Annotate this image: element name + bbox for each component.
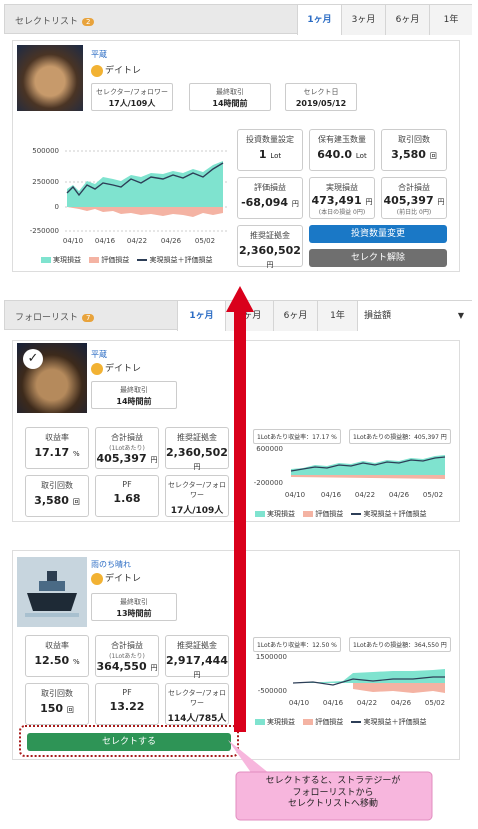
selector-follower-box: セレクター/フォロワー 17人/109人 [91, 83, 173, 111]
y-tick: -200000 [254, 479, 283, 487]
select-strategy-card: 平蔵 デイトレ セレクター/フォロワー 17人/109人 最終取引 14時間前 セレ… [12, 40, 460, 272]
follow-tab-6month[interactable]: 6ヶ月 [273, 301, 317, 331]
chart-legend: 実現損益 評価損益 実現損益＋評価損益 [249, 509, 426, 519]
chart-legend: 実現損益 評価損益 実現損益＋評価損益 [35, 255, 212, 265]
x-tick: 04/10 [63, 237, 83, 245]
chevron-down-icon: ▼ [457, 311, 464, 320]
y-tick: 600000 [256, 445, 283, 453]
pf-stat: PF 1.68 [95, 475, 159, 517]
strategy-name[interactable]: 平蔵 [91, 349, 107, 360]
margin-stat: 推奨証拠金 2,360,502 円 [237, 225, 303, 269]
y-tick: 1500000 [256, 653, 287, 661]
pf-stat: PF 13.22 [95, 683, 159, 725]
realized-area [291, 455, 445, 475]
user-icon [91, 572, 103, 585]
ship-icon [25, 571, 79, 617]
realized-area [67, 161, 223, 207]
tab-1month[interactable]: 1ヶ月 [297, 5, 341, 35]
move-up-arrow [226, 286, 254, 732]
user-icon [91, 64, 103, 77]
x-tick: 04/16 [323, 699, 344, 707]
x-tick: 05/02 [423, 491, 443, 499]
follow-tab-1month[interactable]: 1ヶ月 [177, 301, 225, 331]
follow-count-badge: 7 [82, 314, 95, 322]
x-tick: 04/22 [355, 491, 375, 499]
tab-1year[interactable]: 1年 [429, 5, 472, 35]
eval-stat: 評価損益 -68,094 円 [237, 177, 303, 219]
y-tick: 500000 [32, 147, 59, 155]
eval-area [353, 683, 445, 693]
follow-pl-chart: 1500000 -500000 04/10 04/16 04/22 04/26 … [256, 653, 445, 707]
select-list-header: セレクトリスト 2 1ヶ月 3ヶ月 6ヶ月 1年 [4, 4, 472, 35]
strategy-author: デイトレ [91, 63, 141, 77]
y-tick: 250000 [32, 178, 59, 186]
trades-stat: 取引回数 3,580 回 [381, 129, 447, 171]
y-tick: 0 [55, 203, 59, 211]
release-select-button[interactable]: セレクト解除 [309, 249, 447, 267]
selector-stat: セレクター/フォロワー 114人/785人 [165, 683, 229, 725]
tab-3month[interactable]: 3ヶ月 [341, 5, 385, 35]
x-tick: 04/22 [127, 237, 147, 245]
strategy-avatar[interactable] [17, 45, 83, 111]
trades-stat: 取引回数 150 回 [25, 683, 89, 725]
x-tick: 04/10 [285, 491, 305, 499]
x-tick: 04/16 [321, 491, 342, 499]
select-date-box: セレクト日 2019/05/12 [285, 83, 357, 111]
last-trade-box: 最終取引 13時間前 [91, 593, 177, 621]
strategy-avatar[interactable]: ✓ [17, 343, 87, 413]
callout-text: セレクトすると、ストラテジーが フォローリストから セレクトリストへ移動 [265, 776, 401, 810]
margin-stat: 推奨証拠金 2,360,502 円 [165, 427, 229, 471]
follow-tab-1year[interactable]: 1年 [317, 301, 357, 331]
x-tick: 05/02 [425, 699, 445, 707]
position-stat: 保有建玉数量 640.0 Lot [309, 129, 375, 171]
eval-area [67, 207, 223, 217]
user-icon [91, 362, 103, 375]
x-tick: 04/10 [289, 699, 309, 707]
y-tick: -250000 [30, 227, 59, 235]
chart-legend: 実現損益 評価損益 実現損益＋評価損益 [249, 717, 426, 727]
select-pl-chart: 500000 250000 0 -250000 04/10 04/16 04/2… [30, 147, 227, 245]
x-tick: 04/26 [391, 699, 412, 707]
yield-stat: 収益率 12.50 % [25, 635, 89, 677]
selector-stat: セレクター/フォロワー 17人/109人 [165, 475, 229, 517]
strategy-author: デイトレ [91, 571, 141, 585]
last-trade-box: 最終取引 14時間前 [91, 381, 177, 409]
invest-qty-stat: 投資数量設定 1 Lot [237, 129, 303, 171]
total-stat: 合計損益 405,397 円 (前日比 0円) [381, 177, 447, 219]
check-icon: ✓ [23, 349, 43, 369]
x-tick: 05/02 [195, 237, 215, 245]
follow-list-title: フォローリスト 7 [15, 310, 95, 323]
eval-area [291, 475, 445, 479]
x-tick: 04/16 [95, 237, 116, 245]
total-stat: 合計損益 (1Lotあたり) 405,397 円 [95, 427, 159, 469]
select-count-badge: 2 [82, 18, 95, 26]
total-stat: 合計損益 (1Lotあたり) 364,550 円 [95, 635, 159, 677]
x-tick: 04/26 [389, 491, 410, 499]
follow-pl-chart: 600000 -200000 04/10 04/16 04/22 04/26 0… [254, 445, 446, 499]
strategy-author: デイトレ [91, 361, 141, 375]
y-tick: -500000 [258, 687, 287, 695]
margin-stat: 推奨証拠金 2,917,444 円 [165, 635, 229, 679]
change-qty-button[interactable]: 投資数量変更 [309, 225, 447, 243]
tab-6month[interactable]: 6ヶ月 [385, 5, 429, 35]
realized-stat: 実現損益 473,491 円 (本日の損益 0円) [309, 177, 375, 219]
x-tick: 04/22 [357, 699, 377, 707]
strategy-name[interactable]: 平蔵 [91, 49, 107, 60]
strategy-name[interactable]: 雨のち晴れ [91, 559, 131, 570]
last-trade-box: 最終取引 14時間前 [189, 83, 271, 111]
x-tick: 04/26 [161, 237, 182, 245]
yield-stat: 収益率 17.17 % [25, 427, 89, 469]
sort-select[interactable]: 損益額 ▼ [357, 301, 472, 331]
select-list-title: セレクトリスト 2 [15, 14, 95, 27]
ship-avatar[interactable] [17, 557, 87, 627]
select-button[interactable]: セレクトする [27, 733, 231, 751]
trades-stat: 取引回数 3,580 回 [25, 475, 89, 517]
